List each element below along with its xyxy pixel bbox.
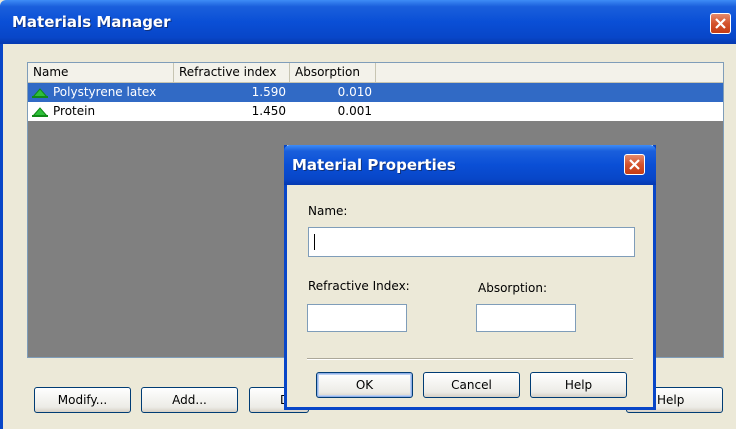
table-row[interactable]: Protein 1.450 0.001 bbox=[28, 102, 723, 121]
name-input[interactable] bbox=[308, 227, 635, 257]
close-icon[interactable] bbox=[710, 13, 731, 34]
row-name: Protein bbox=[53, 104, 96, 118]
add-button[interactable]: Add... bbox=[141, 387, 238, 413]
row-refractive-index: 1.450 bbox=[251, 104, 286, 118]
window-title: Materials Manager bbox=[12, 13, 171, 31]
dialog-help-button[interactable]: Help bbox=[530, 372, 627, 398]
dialog-titlebar[interactable]: Material Properties bbox=[284, 145, 656, 185]
column-header-absorption[interactable]: Absorption bbox=[290, 63, 376, 82]
column-header-name[interactable]: Name bbox=[28, 63, 174, 82]
cancel-button[interactable]: Cancel bbox=[423, 372, 520, 398]
row-refractive-index: 1.590 bbox=[251, 85, 286, 99]
refractive-index-input[interactable] bbox=[307, 304, 407, 332]
table-row[interactable]: Polystyrene latex 1.590 0.010 bbox=[28, 83, 723, 102]
ok-button[interactable]: OK bbox=[316, 372, 413, 398]
row-absorption: 0.010 bbox=[337, 85, 372, 99]
materials-manager-titlebar[interactable]: Materials Manager bbox=[0, 0, 736, 44]
row-absorption: 0.001 bbox=[337, 104, 372, 118]
row-name: Polystyrene latex bbox=[53, 85, 157, 99]
text-caret bbox=[314, 234, 315, 250]
absorption-label: Absorption: bbox=[478, 281, 547, 295]
refractive-index-label: Refractive Index: bbox=[308, 279, 410, 293]
dialog-title: Material Properties bbox=[292, 156, 456, 174]
list-header: Name Refractive index Absorption bbox=[28, 63, 723, 83]
material-icon bbox=[32, 107, 48, 117]
dialog-separator bbox=[307, 358, 633, 360]
column-header-refractive-index[interactable]: Refractive index bbox=[174, 63, 290, 82]
absorption-input[interactable] bbox=[476, 304, 576, 332]
modify-button[interactable]: Modify... bbox=[34, 387, 131, 413]
dialog-close-icon[interactable] bbox=[624, 154, 645, 175]
name-label: Name: bbox=[308, 204, 348, 218]
material-icon bbox=[32, 88, 48, 98]
